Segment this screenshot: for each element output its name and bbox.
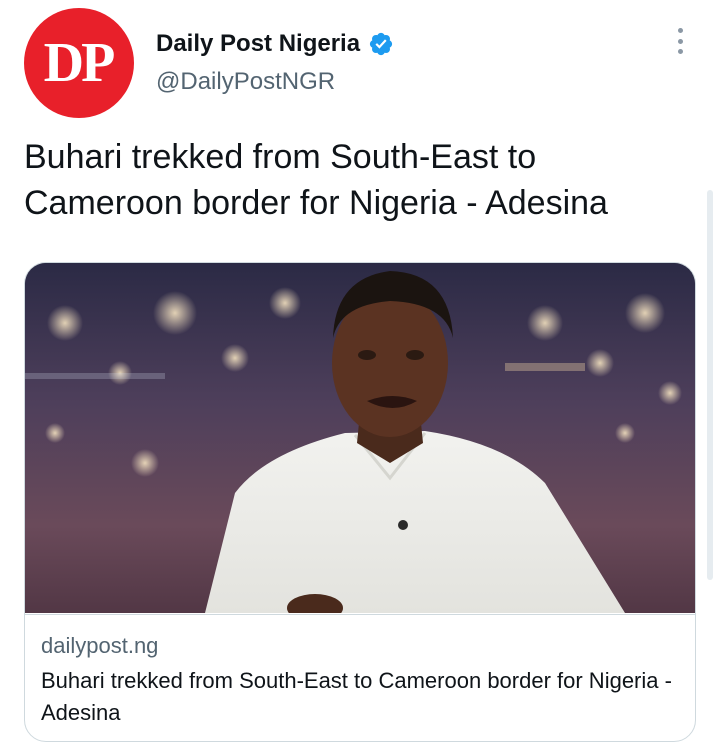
link-card[interactable]: dailypost.ng Buhari trekked from South-E… bbox=[24, 262, 696, 742]
avatar-logo-text: DP bbox=[43, 32, 116, 94]
scrollbar[interactable] bbox=[707, 190, 713, 580]
author-block: Daily Post Nigeria @DailyPostNGR bbox=[156, 28, 394, 96]
tweet-text: Buhari trekked from South-East to Camero… bbox=[24, 138, 608, 222]
handle[interactable]: @DailyPostNGR bbox=[156, 68, 394, 96]
dot bbox=[677, 38, 683, 44]
dot bbox=[677, 28, 683, 33]
card-domain: dailypost.ng bbox=[41, 633, 159, 658]
card-photo-illustration bbox=[25, 263, 695, 613]
card-image[interactable] bbox=[25, 263, 695, 613]
card-title: Buhari trekked from South-East to Camero… bbox=[41, 668, 672, 725]
more-options-icon[interactable] bbox=[668, 26, 692, 56]
dot bbox=[677, 49, 683, 54]
card-meta[interactable]: dailypost.ng Buhari trekked from South-E… bbox=[25, 614, 695, 741]
tweet[interactable]: DP Daily Post Nigeria @DailyPostNGR Buha… bbox=[0, 0, 713, 754]
verified-badge-icon bbox=[369, 32, 393, 56]
name-row: Daily Post Nigeria bbox=[156, 28, 394, 60]
display-name[interactable]: Daily Post Nigeria bbox=[156, 30, 360, 58]
avatar[interactable]: DP bbox=[24, 8, 134, 118]
